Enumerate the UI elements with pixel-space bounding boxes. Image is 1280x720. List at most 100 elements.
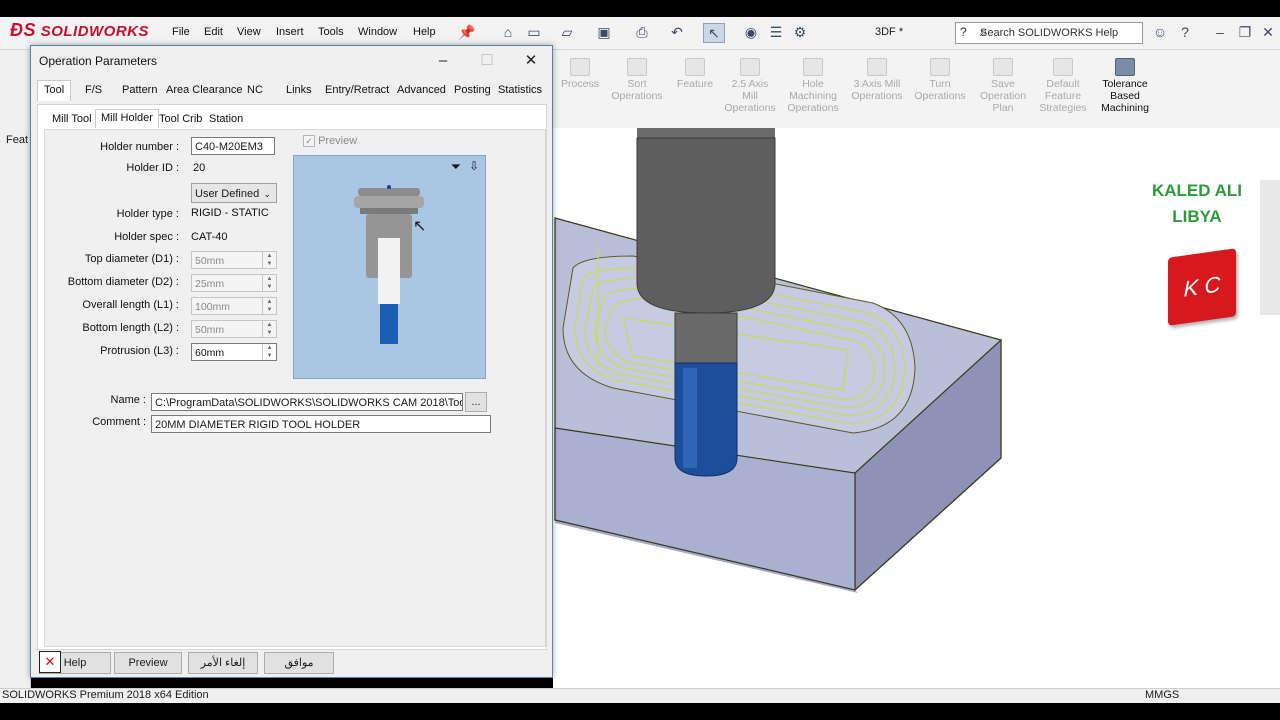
task-pane-tabs[interactable]: [1260, 180, 1280, 315]
comment-field[interactable]: 20MM DIAMETER RIGID TOOL HOLDER: [151, 415, 491, 433]
ribbon-process[interactable]: Process: [555, 58, 605, 90]
tab-posting[interactable]: Posting: [452, 84, 493, 96]
cancel-button[interactable]: إلغاء الأمر: [188, 652, 258, 674]
top-diameter-value: 50mm: [195, 255, 225, 267]
source-select-value: User Defined: [195, 188, 260, 200]
menu-tools[interactable]: Tools: [318, 26, 344, 38]
spin-arrows-icon[interactable]: ▲ ▼: [262, 344, 276, 360]
save-icon[interactable]: ▣: [594, 23, 614, 41]
rebuild-icon[interactable]: ◉: [741, 23, 761, 41]
protrusion-label: Protrusion (L3) :: [100, 345, 179, 357]
restore-icon[interactable]: ❐: [1235, 23, 1255, 41]
subtab-tool-crib[interactable]: Tool Crib: [159, 113, 202, 125]
ribbon-label: Default Feature Strategies: [1039, 78, 1087, 114]
turn-icon: [930, 58, 950, 76]
dialog-title: Operation Parameters: [39, 54, 158, 68]
mouse-cursor-icon: ↖: [413, 218, 427, 235]
dialog-close-icon[interactable]: ✕: [511, 48, 551, 74]
menu-file[interactable]: File: [172, 26, 190, 38]
ribbon-hole-machining[interactable]: Hole Machining Operations: [783, 58, 843, 114]
ribbon-default-strategies[interactable]: Default Feature Strategies: [1035, 58, 1091, 114]
feature-manager-strip: Feat: [0, 50, 31, 688]
select-icon[interactable]: ↖: [703, 23, 725, 43]
tab-area-clearance[interactable]: Area Clearance: [164, 84, 244, 96]
holder-type-value: RIGID - STATIC: [191, 207, 269, 219]
tab-advanced[interactable]: Advanced: [395, 84, 448, 96]
close-icon[interactable]: ✕: [1258, 23, 1278, 41]
print-icon[interactable]: ⎙: [632, 23, 652, 41]
tab-entry-retract[interactable]: Entry/Retract: [323, 84, 391, 96]
protrusion-value: 60mm: [195, 347, 225, 359]
comment-label: Comment :: [92, 416, 146, 428]
protrusion-field[interactable]: 60mm ▲ ▼: [191, 343, 277, 361]
source-select[interactable]: User Defined ⌄: [191, 183, 277, 203]
checkmark-icon: ✓: [303, 135, 315, 148]
tab-fs[interactable]: F/S: [83, 84, 104, 96]
dialog-minimize-icon[interactable]: –: [423, 48, 463, 74]
save-plan-icon: [993, 58, 1013, 76]
help-icon: ?: [960, 25, 967, 39]
tab-nc[interactable]: NC: [245, 84, 265, 96]
new-document-icon[interactable]: ▭: [524, 23, 544, 41]
search-box[interactable]: ? Search SOLIDWORKS Help ⌕: [955, 22, 1143, 44]
ribbon-save-plan[interactable]: Save Operation Plan: [975, 58, 1031, 114]
user-icon[interactable]: ☺: [1150, 23, 1170, 41]
tool-holder: [636, 137, 776, 314]
tab-pattern[interactable]: Pattern: [120, 84, 159, 96]
subtab-mill-holder[interactable]: Mill Holder: [95, 109, 159, 128]
process-icon: [570, 58, 590, 76]
menu-help[interactable]: Help: [413, 26, 436, 38]
holder-id-value: 20: [193, 162, 206, 174]
feature-tab-label[interactable]: Feat: [6, 134, 28, 146]
graphics-viewport[interactable]: KALED ALI LIBYA K C: [553, 128, 1280, 688]
overall-length-label: Overall length (L1) :: [82, 299, 179, 311]
ribbon-sort-operations[interactable]: Sort Operations: [609, 58, 665, 102]
ribbon-turn-operations[interactable]: Turn Operations: [909, 58, 971, 102]
edition-text: SOLIDWORKS Premium 2018 x64 Edition: [2, 689, 209, 701]
browse-button[interactable]: ...: [465, 392, 487, 412]
ribbon-feature[interactable]: Feature: [671, 58, 719, 90]
operation-parameters-dialog: Operation Parameters – ☐ ✕ Tool F/S Patt…: [30, 45, 553, 678]
minimize-icon[interactable]: –: [1210, 23, 1230, 41]
menu-window[interactable]: Window: [358, 26, 397, 38]
help-menu-icon[interactable]: ?: [1175, 23, 1195, 41]
file-properties-icon[interactable]: ☰: [766, 23, 786, 41]
ribbon-25-axis-mill[interactable]: 2.5 Axis Mill Operations: [723, 58, 777, 114]
watermark-text: KALED ALI LIBYA: [1141, 178, 1253, 230]
tab-tool[interactable]: Tool: [37, 80, 72, 101]
ribbon-label: Hole Machining Operations: [787, 78, 839, 114]
subtab-mill-tool[interactable]: Mill Tool: [52, 113, 92, 125]
preview-checkbox-label: Preview: [318, 135, 358, 147]
gear-icon[interactable]: ⚙: [790, 23, 810, 41]
cam-ribbon: Process Sort Operations Feature 2.5 Axis…: [553, 50, 1280, 129]
bottom-length-field: 50mm ▲ ▼: [191, 320, 277, 338]
ribbon-label: Turn Operations: [914, 78, 966, 102]
holder-number-label: Holder number :: [100, 141, 179, 153]
ok-button[interactable]: موافق: [264, 652, 334, 674]
holder-number-field[interactable]: C40-M20EM3: [191, 137, 275, 155]
holder-type-label: Holder type :: [116, 208, 179, 220]
ribbon-3-axis-mill[interactable]: 3 Axis Mill Operations: [849, 58, 905, 102]
pin-icon[interactable]: 📌: [457, 23, 477, 41]
name-label: Name :: [110, 394, 146, 406]
spin-arrows-icon: ▲ ▼: [262, 321, 276, 337]
name-field[interactable]: C:\ProgramData\SOLIDWORKS\SOLIDWORKS CAM…: [151, 393, 463, 411]
menu-insert[interactable]: Insert: [276, 26, 304, 38]
overall-length-field: 100mm ▲ ▼: [191, 297, 277, 315]
overall-length-value: 100mm: [195, 301, 231, 313]
ribbon-label: 3 Axis Mill Operations: [851, 78, 903, 102]
subtab-station[interactable]: Station: [209, 113, 243, 125]
open-icon[interactable]: ▱: [557, 23, 577, 41]
tab-statistics[interactable]: Statistics: [496, 84, 544, 96]
tab-links[interactable]: Links: [284, 84, 314, 96]
preview-button[interactable]: Preview: [114, 652, 182, 674]
menu-edit[interactable]: Edit: [204, 26, 223, 38]
ribbon-tolerance-based[interactable]: Tolerance Based Machining: [1097, 58, 1153, 114]
undo-icon[interactable]: ↶: [667, 23, 687, 41]
menu-view[interactable]: View: [237, 26, 261, 38]
search-icon[interactable]: ⌕: [980, 24, 1124, 40]
holder-id-label: Holder ID :: [126, 162, 179, 174]
units-text[interactable]: MMGS: [1145, 689, 1179, 701]
home-icon[interactable]: ⌂: [498, 23, 518, 41]
bottom-diameter-label: Bottom diameter (D2) :: [67, 276, 179, 288]
